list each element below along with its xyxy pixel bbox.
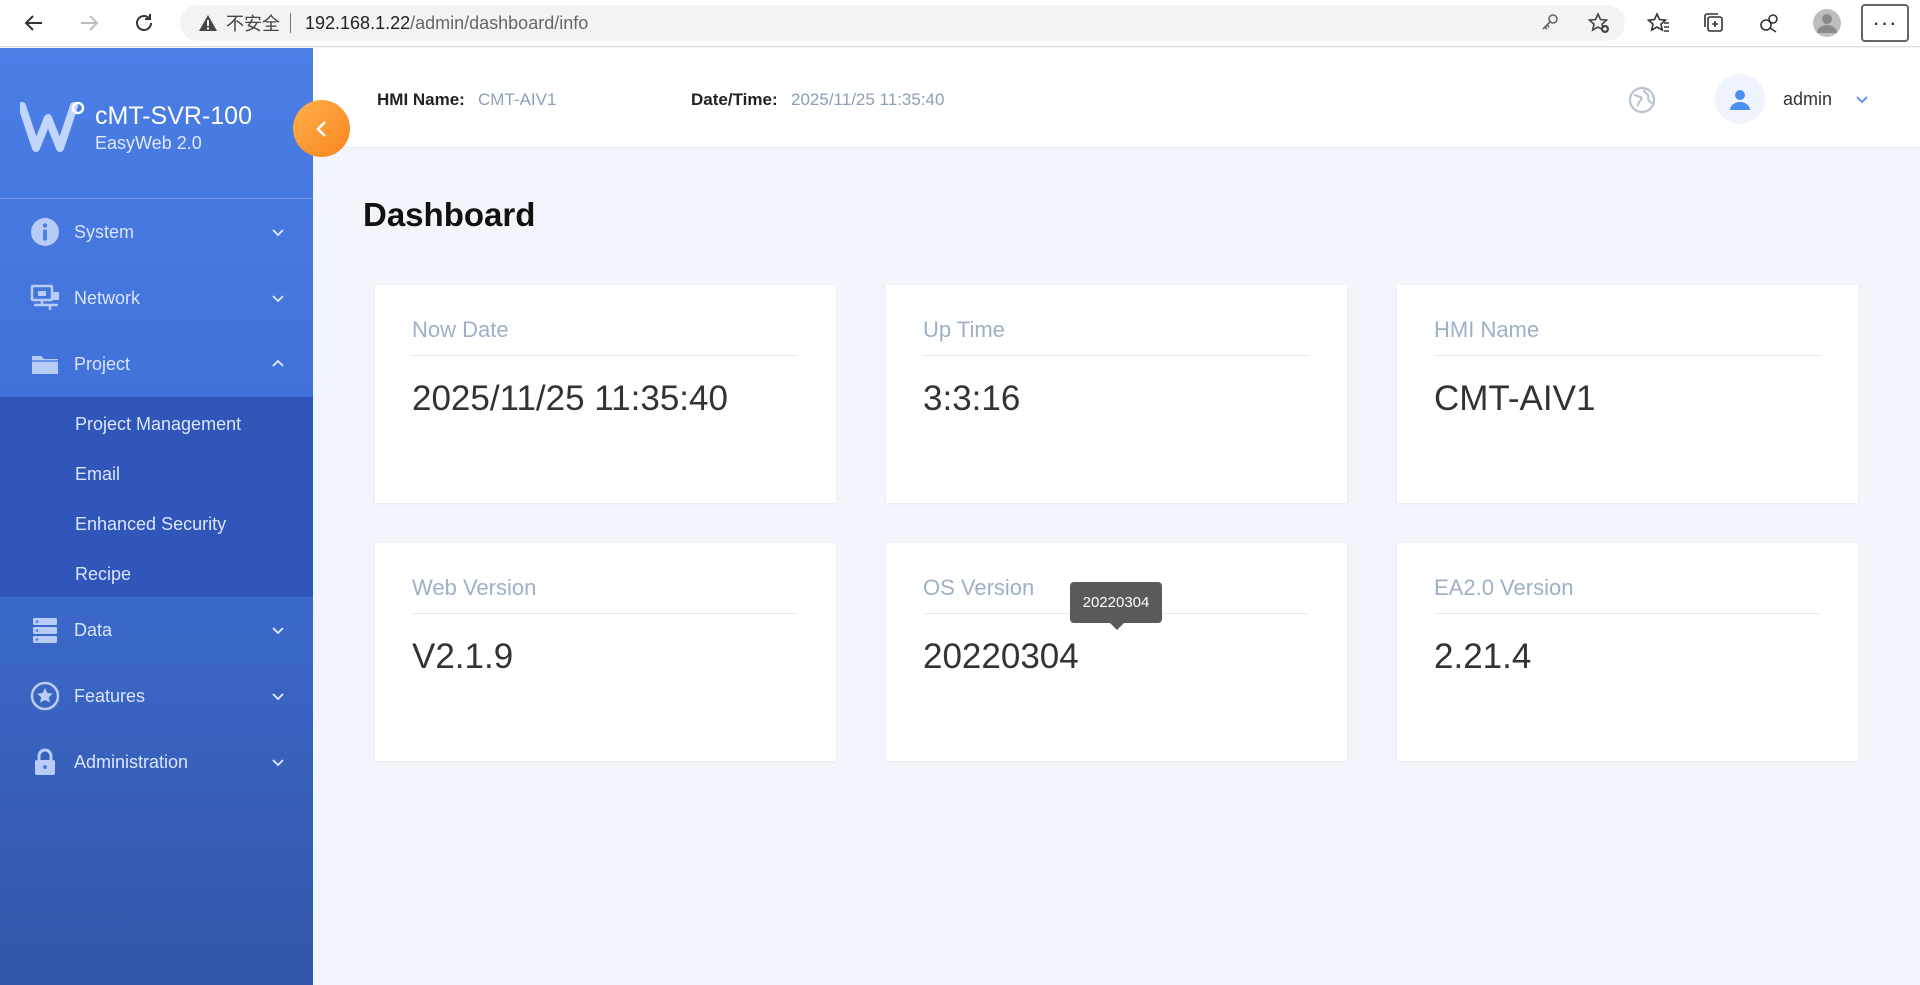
insecure-label: 不安全 [226,14,280,34]
card-label: EA2.0 Version [1434,575,1574,600]
card-divider [1434,355,1820,356]
forward-button[interactable] [71,7,107,39]
submenu-item-recipe[interactable]: Recipe [75,564,131,585]
language-globe-icon[interactable] [1628,86,1656,114]
back-button[interactable] [16,7,52,39]
user-menu-name[interactable]: admin [1783,89,1832,110]
card-web-version: Web Version V2.1.9 [375,543,836,761]
sidebar-collapse-button[interactable] [293,100,350,157]
browser-toolbar: 不安全 192.168.1.22 /admin/dashboard/info ·… [0,0,1920,47]
submenu-item-enhanced-security[interactable]: Enhanced Security [75,514,226,535]
card-divider [1434,613,1820,614]
sidebar-item-label: Project [74,353,131,374]
project-submenu: Project Management Email Enhanced Securi… [0,397,313,597]
card-ea-version: EA2.0 Version 2.21.4 [1397,543,1858,761]
card-divider [412,355,798,356]
card-os-version: OS Version 20220304 [886,543,1347,761]
sidebar-item-label: Administration [74,751,189,772]
info-icon [30,217,60,247]
brand: cMT-SVR-100 EasyWeb 2.0 [0,48,313,198]
sidebar-item-project[interactable]: Project [0,331,313,397]
card-hmi-name: HMI Name CMT-AIV1 [1397,285,1858,503]
profile-button[interactable] [1809,7,1845,39]
hmi-name-label: HMI Name: [377,90,465,109]
chevron-down-icon [272,229,284,237]
folder-icon [30,349,60,379]
sidebar-item-label: Network [74,287,141,308]
user-icon [1730,90,1750,110]
extensions-button[interactable] [1751,7,1787,39]
reload-button[interactable] [126,7,162,39]
chevron-left-icon [315,120,326,137]
brand-title: cMT-SVR-100 [95,102,252,130]
warning-icon [198,14,218,32]
tooltip: 20220304 [1070,582,1162,630]
sidebar-item-network[interactable]: Network [0,265,313,331]
sidebar-item-data[interactable]: Data [0,597,313,663]
card-label: OS Version [923,575,1035,600]
extensions-icon [1760,14,1778,33]
datetime-value: 2025/11/25 11:35:40 [791,90,945,109]
sidebar-item-features[interactable]: Features [0,663,313,729]
top-header: HMI Name: CMT-AIV1 Date/Time: 2025/11/25… [313,48,1920,148]
reload-icon [136,14,152,31]
card-up-time: Up Time 3:3:16 [886,285,1347,503]
page-title: Dashboard [363,196,536,233]
card-divider [412,613,798,614]
collections-icon [1704,13,1723,32]
favorites-button[interactable] [1641,7,1677,39]
arrow-right-icon [81,15,99,31]
avatar[interactable] [1715,74,1765,124]
sidebar: cMT-SVR-100 EasyWeb 2.0 System Network P… [0,48,313,985]
chevron-down-icon[interactable] [1854,91,1870,107]
card-label: Up Time [923,317,1005,342]
card-value: 3:3:16 [923,379,1021,418]
url-host: 192.168.1.22 [305,12,411,33]
chevron-down-icon [272,627,284,635]
address-divider [290,13,291,33]
browser-menu-button[interactable]: ··· [1861,4,1909,42]
submenu-item-project-management[interactable]: Project Management [75,414,241,435]
sidebar-item-label: Data [74,619,113,640]
card-label: Now Date [412,317,509,342]
card-divider [923,355,1309,356]
key-icon[interactable] [1539,11,1561,33]
datetime-label: Date/Time: [691,90,778,109]
chevron-up-icon [272,359,284,367]
chevron-down-icon [272,295,284,303]
card-value: 2025/11/25 11:35:40 [412,379,728,418]
card-label: Web Version [412,575,537,600]
sidebar-item-label: System [74,221,135,242]
card-value: CMT-AIV1 [1434,379,1596,418]
lock-icon [30,747,60,777]
address-bar[interactable]: 不安全 192.168.1.22 /admin/dashboard/info [180,5,1625,41]
submenu-item-email[interactable]: Email [75,464,120,485]
star-icon [30,681,60,711]
card-value: 20220304 [923,637,1079,676]
chevron-down-icon [272,693,284,701]
chevron-down-icon [272,759,284,767]
brand-subtitle: EasyWeb 2.0 [95,133,202,153]
weintek-logo-icon [18,100,86,157]
sidebar-item-system[interactable]: System [0,199,313,265]
profile-icon [1813,9,1841,37]
card-value: 2.21.4 [1434,637,1532,676]
sidebar-item-administration[interactable]: Administration [0,729,313,795]
database-icon [30,615,60,645]
card-now-date: Now Date 2025/11/25 11:35:40 [375,285,836,503]
url-path: /admin/dashboard/info [410,12,589,33]
sidebar-item-label: Features [74,685,146,706]
arrow-left-icon [24,15,42,31]
card-label: HMI Name [1434,317,1540,342]
hmi-name-value: CMT-AIV1 [478,90,557,109]
favorite-add-icon[interactable] [1587,11,1611,35]
network-icon [30,283,60,313]
favorites-icon [1647,12,1669,32]
card-value: V2.1.9 [412,637,514,676]
collections-button[interactable] [1696,7,1732,39]
